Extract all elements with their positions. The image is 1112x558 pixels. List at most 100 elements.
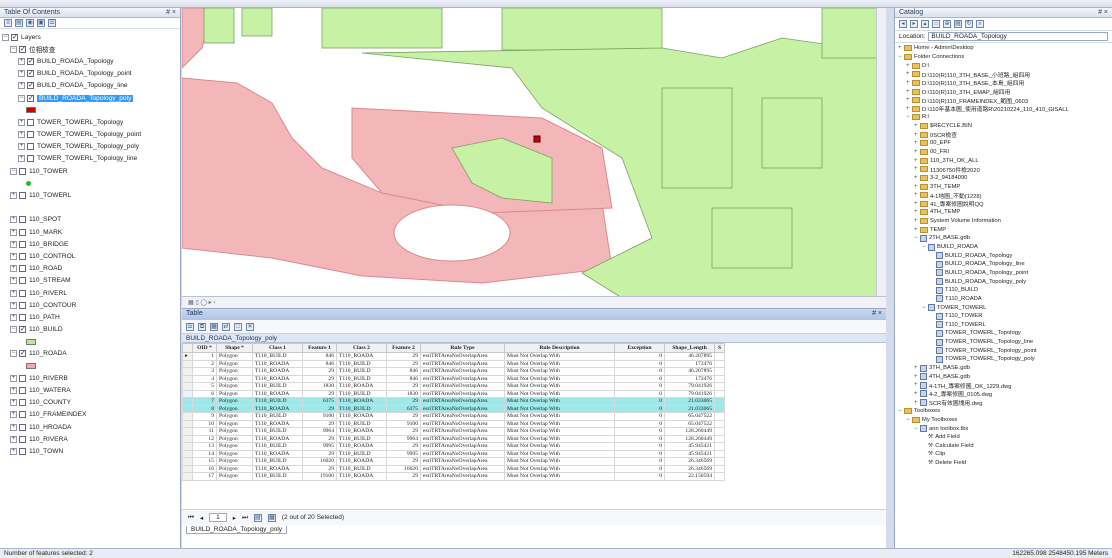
related-tables-icon[interactable]: ⧉ [198,322,206,331]
table-cell[interactable]: T110_ROADA [252,359,303,368]
expand-icon[interactable]: + [906,80,911,86]
table-cell[interactable]: 9100 [386,419,421,428]
table-cell[interactable]: 9100 [302,412,337,421]
layer-item[interactable] [2,336,180,348]
catalog-item-label[interactable]: My Toolboxes [922,417,957,423]
table-cell[interactable]: T110_ROADA [336,412,387,421]
catalog-item-label[interactable]: Folder Connections [914,54,964,60]
expand-icon[interactable]: + [10,240,17,248]
table-cell[interactable]: 3 [192,367,217,376]
catalog-item-label[interactable]: Home - Admin\Desktop [914,45,974,51]
expand-icon[interactable]: + [914,365,919,371]
catalog-item-label[interactable]: TOWER_TOWERL [937,305,986,311]
symbol-swatch[interactable] [26,363,36,370]
layer-visibility-checkbox[interactable] [19,252,26,260]
layer-label[interactable]: BUILD_ROADA_Topology_line [37,82,128,89]
catalog-item-label[interactable]: D:\110(R)110_FRAMEINDEX_範圍_0603 [922,96,1028,105]
table-cell[interactable]: esriTRTAreaNoOverlapArea [420,412,505,421]
expand-icon[interactable]: + [18,70,25,78]
table-row[interactable]: 13 Polygon T110_BUILD 9995 T110_ROADA 29 esriT… [182,442,725,451]
table-cell[interactable]: 8 [192,404,217,413]
layer-item[interactable]: +110_CONTOUR [2,299,180,311]
catalog-item[interactable]: − 2TH_BASE.gdb [898,234,1112,243]
expand-icon[interactable]: + [906,63,911,69]
layer-item[interactable]: + BUILD_ROADA_Topology_point [2,68,180,80]
layer-item[interactable]: +110_SPOT [2,214,180,226]
column-header[interactable]: Shape_Length [664,343,715,353]
layer-item[interactable]: − 110_BUILD [2,324,180,336]
table-cell[interactable]: Must Not Overlap With [504,389,615,398]
catalog-item-label[interactable]: BUILD_ROADA [937,244,978,250]
table-cell[interactable]: 19100 [302,472,337,481]
list-by-selection-icon[interactable]: ▣ [37,19,45,27]
collapse-icon[interactable]: − [914,235,919,241]
table-cell[interactable]: T110_ROADA [336,442,387,451]
catalog-item-label[interactable]: SCR有效圖塊用.dwg [929,398,982,407]
layer-visibility-checkbox[interactable] [19,313,26,321]
table-cell[interactable]: T110_BUILD [336,419,387,428]
catalog-item[interactable]: + D:\110年基本圖_使用道路R\20210224_110_410_GISAL… [898,104,1112,113]
column-header[interactable]: S [714,343,725,353]
table-cell[interactable]: 29 [386,359,421,368]
table-cell[interactable]: 0 [614,472,665,481]
catalog-item-label[interactable]: 41_專案修圖說明QQ [930,200,983,208]
layer-label[interactable]: TOWER_TOWERL_Topology [37,119,123,126]
table-cell[interactable]: esriTRTAreaNoOverlapArea [420,434,505,443]
collapse-icon[interactable]: − [906,114,911,120]
delete-selected-icon[interactable]: ✕ [246,322,254,331]
layer-item[interactable]: +110_RIVERB [2,372,180,384]
layer-label[interactable]: 110_HROADA [29,424,71,431]
catalog-item-label[interactable]: D:\ [922,63,929,69]
table-cell[interactable]: T110_BUILD [252,442,303,451]
catalog-item[interactable]: TOWER_TOWERL_Topology_poly [898,355,1112,364]
table-cell[interactable]: Polygon [216,457,253,466]
layer-item[interactable]: +110_STREAM [2,275,180,287]
collapse-icon[interactable]: − [10,167,17,175]
table-cell[interactable]: 0 [614,442,665,451]
table-cell[interactable]: Must Not Overlap With [504,464,615,473]
table-cell[interactable]: 29 [302,389,337,398]
catalog-item-label[interactable]: D:\110年基本圖_使用道路R\20210224_110_410_GISALL [922,104,1069,113]
clear-selection-icon[interactable]: □ [234,322,242,331]
catalog-item[interactable]: ⚒ Add Field [898,433,1112,442]
catalog-item-label[interactable]: 00_FRI [930,149,949,155]
table-cell[interactable]: Must Not Overlap With [504,427,615,436]
catalog-item-label[interactable]: BUILD_ROADA_Topology [945,253,1012,259]
row-selector[interactable] [182,374,193,383]
table-cell[interactable] [714,434,725,443]
table-cell[interactable]: 0 [614,382,665,391]
table-cell[interactable]: 29 [386,412,421,421]
layer-label[interactable]: TOWER_TOWERL_Topology_line [37,155,137,162]
table-cell[interactable]: T110_BUILD [336,464,387,473]
table-cell[interactable]: T110_BUILD [252,352,303,361]
catalog-item[interactable]: +00_FRI [898,148,1112,157]
expand-icon[interactable]: + [18,155,25,163]
column-header[interactable]: OID * [192,343,217,353]
table-cell[interactable]: 0 [614,419,665,428]
catalog-item-label[interactable]: 00_EPF [930,140,951,146]
catalog-item[interactable]: +3-2_94184090 [898,174,1112,183]
table-cell[interactable]: 6375 [302,397,337,406]
expand-icon[interactable]: + [906,106,911,112]
layer-label[interactable]: TOWER_TOWERL_Topology_point [37,131,141,138]
catalog-item-label[interactable]: Add Field [935,434,960,440]
row-selector[interactable] [182,382,193,391]
layer-label[interactable]: TOWER_TOWERL_Topology_poly [37,143,139,150]
table-cell[interactable] [714,449,725,458]
table-cell[interactable]: 172476 [664,359,715,368]
table-cell[interactable]: Polygon [216,359,253,368]
table-cell[interactable]: 0 [614,352,665,361]
column-header[interactable]: Feature 1 [302,343,337,353]
table-cell[interactable]: 6375 [386,404,421,413]
table-cell[interactable] [714,442,725,451]
layer-visibility-checkbox[interactable] [19,265,26,273]
up-one-level-icon[interactable]: ▴ [921,20,929,28]
catalog-item[interactable]: + D:\110(R)110_FRAMEINDEX_範圍_0603 [898,96,1112,105]
catalog-item-label[interactable]: D:\110(R)110_3TH_EMAP_組四用 [922,87,1010,96]
table-cell[interactable]: 12 [192,434,217,443]
column-header[interactable]: Shape * [216,343,253,353]
table-row[interactable]: 10 Polygon T110_ROADA 29 T110_BUILD 9100 esriT… [182,419,725,428]
map-view-controls[interactable]: ▦ ▯ ◯ ▸ ‹ [182,296,886,308]
table-row[interactable]: 7 Polygon T110_BUILD 6375 T110_ROADA 29 esriTR… [182,397,725,406]
column-header[interactable]: Rule Type [420,343,505,353]
